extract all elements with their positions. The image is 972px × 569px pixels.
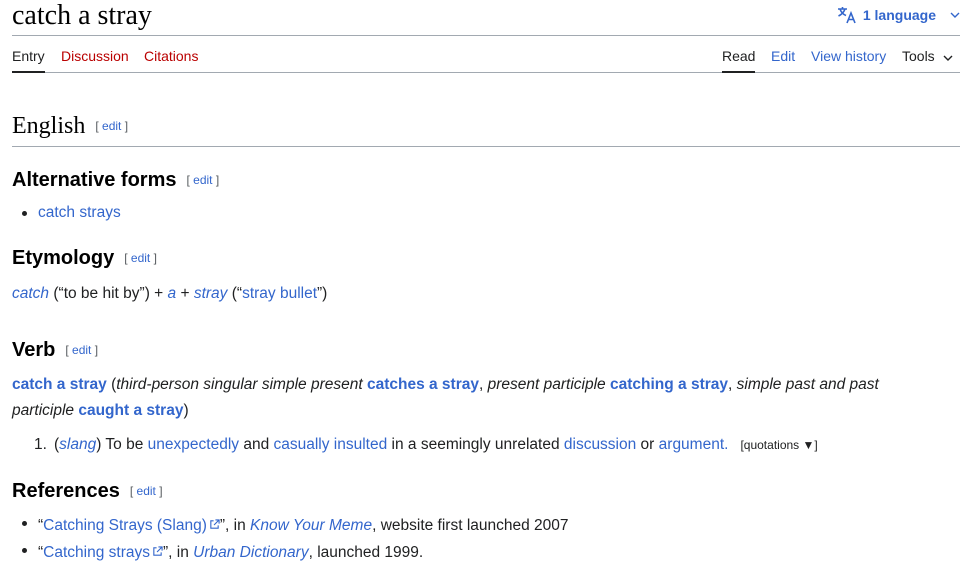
def-text: To be: [101, 436, 148, 453]
reference-link[interactable]: Catching strays: [43, 544, 150, 561]
edit-link[interactable]: edit: [72, 343, 91, 357]
heading-alternative-forms: Alternative forms [ edit ]: [12, 168, 219, 192]
gloss-open: (“: [227, 285, 243, 302]
edit-link[interactable]: edit: [137, 484, 156, 498]
chevron-down-icon: [950, 12, 960, 18]
alternative-forms-list: catch strays: [22, 202, 121, 224]
translate-icon: [837, 6, 857, 24]
tab-read-underline: [722, 71, 755, 73]
language-label: 1 language: [862, 7, 936, 23]
heading-alternative-forms-label: Alternative forms: [12, 169, 177, 191]
list-item: “Catching strays”, in Urban Dictionary, …: [22, 539, 569, 566]
tab-view-history[interactable]: View history: [811, 48, 886, 64]
gloss-open: (“: [49, 285, 64, 302]
headword[interactable]: catch a stray: [12, 376, 107, 393]
list-item: catch strays: [22, 202, 121, 224]
gloss-text: to be hit by: [63, 285, 140, 302]
references-list: “Catching Strays (Slang)”, in Know Your …: [22, 512, 569, 566]
reference-site[interactable]: Urban Dictionary: [193, 544, 308, 561]
plus-sign: +: [176, 285, 194, 302]
tab-discussion[interactable]: Discussion: [61, 48, 129, 64]
def-text: in a seemingly unrelated: [387, 436, 564, 453]
inflection-link[interactable]: catching a stray: [610, 376, 728, 393]
heading-verb-label: Verb: [12, 339, 56, 361]
edit-link[interactable]: edit: [131, 251, 150, 265]
etymology-link-stray[interactable]: stray: [194, 285, 228, 302]
edit-link[interactable]: edit: [193, 173, 212, 187]
inflection-label: third-person singular simple present: [116, 376, 363, 393]
reference-tail: , website first launched 2007: [372, 517, 569, 534]
gloss-close: ”) +: [139, 285, 168, 302]
etymology-link-a[interactable]: a: [168, 285, 177, 302]
heading-etymology-label: Etymology: [12, 247, 115, 269]
list-item: “Catching Strays (Slang)”, in Know Your …: [22, 512, 569, 539]
def-link-discussion[interactable]: discussion: [564, 436, 636, 453]
tab-edit[interactable]: Edit: [771, 48, 795, 64]
reference-site[interactable]: Know Your Meme: [250, 517, 372, 534]
reference-mid: ”, in: [219, 517, 251, 534]
edit-section-references: [ edit ]: [129, 484, 163, 498]
def-period: .: [724, 436, 729, 453]
tab-entry-underline: [12, 71, 45, 73]
external-link-icon: [207, 517, 220, 534]
external-link-icon: [150, 544, 163, 561]
definition-1: 1. (slang) To be unexpectedly and casual…: [34, 433, 960, 457]
inflection-link[interactable]: catches a stray: [367, 376, 479, 393]
language-button[interactable]: 1 language: [837, 6, 960, 24]
reference-mid: ”, in: [163, 544, 194, 561]
tab-citations[interactable]: Citations: [144, 48, 198, 64]
heading-etymology: Etymology [ edit ]: [12, 246, 157, 270]
edit-section-english: [ edit ]: [95, 119, 129, 133]
heading-references: References [ edit ]: [12, 479, 163, 503]
tools-menu[interactable]: Tools: [902, 48, 953, 64]
tab-entry[interactable]: Entry: [12, 48, 45, 64]
tab-read[interactable]: Read: [722, 48, 755, 64]
def-text: or: [636, 436, 659, 453]
edit-section-verb: [ edit ]: [65, 343, 99, 357]
label-slang[interactable]: slang: [59, 436, 96, 453]
edit-section-alternative-forms: [ edit ]: [186, 173, 220, 187]
def-link-argument[interactable]: argument: [659, 436, 724, 453]
def-link-unexpectedly[interactable]: unexpectedly: [148, 436, 239, 453]
heading-verb: Verb [ edit ]: [12, 338, 98, 362]
chevron-down-icon: [943, 48, 953, 64]
etymology-text: catch (“to be hit by”) + a + stray (“str…: [12, 281, 942, 307]
title-divider: [12, 35, 960, 36]
gloss-close: ”): [317, 285, 328, 302]
def-link-casually-insulted[interactable]: casually insulted: [274, 436, 388, 453]
edit-section-etymology: [ edit ]: [124, 251, 157, 265]
def-text: and: [239, 436, 274, 453]
inflection-label: present participle: [487, 376, 606, 393]
heading-english-label: English: [12, 113, 86, 139]
etymology-link-catch[interactable]: catch: [12, 285, 49, 302]
reference-link[interactable]: Catching Strays (Slang): [43, 517, 207, 534]
definition-number: 1.: [34, 436, 47, 453]
quotations-toggle[interactable]: [quotations ▼]: [740, 438, 817, 452]
verb-headword-line: catch a stray (third-person singular sim…: [12, 376, 879, 419]
page-title: catch a stray: [12, 0, 152, 31]
page-tabs: Entry Discussion Citations Read Edit Vie…: [12, 44, 960, 73]
alt-form-link[interactable]: catch strays: [38, 204, 121, 221]
etymology-link-stray-bullet[interactable]: stray bullet: [242, 285, 317, 302]
tools-label: Tools: [902, 48, 935, 64]
reference-tail: , launched 1999.: [308, 544, 424, 561]
heading-english: English [ edit ]: [12, 112, 960, 147]
inflection-link[interactable]: caught a stray: [78, 402, 183, 419]
edit-link[interactable]: edit: [102, 119, 121, 133]
heading-references-label: References: [12, 480, 120, 502]
